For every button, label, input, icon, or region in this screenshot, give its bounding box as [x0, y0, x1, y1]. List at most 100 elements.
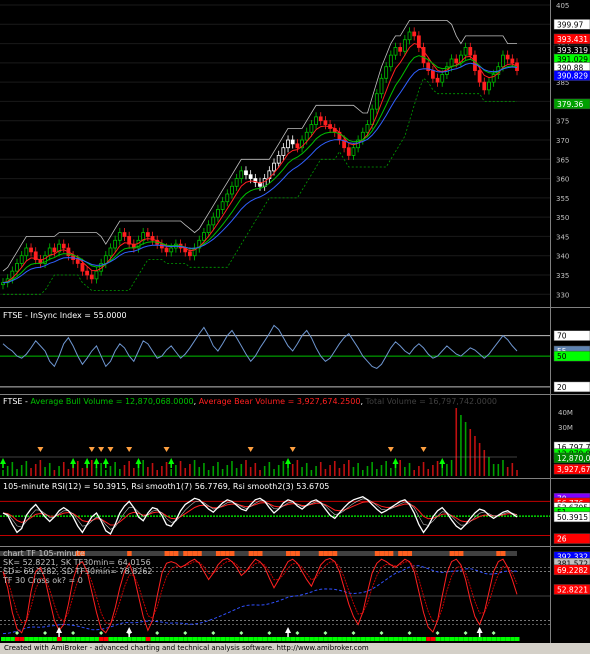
price-candle-body	[239, 170, 244, 179]
stoch-bottom-strip	[491, 637, 497, 641]
price-candle-body	[318, 116, 323, 122]
stoch-overbought-block	[323, 551, 328, 556]
price-candle-body	[202, 232, 206, 241]
volume-signal-down-arrow	[387, 447, 394, 452]
volume-signal-up-arrow	[439, 458, 446, 464]
stoch-bottom-strip	[388, 637, 394, 641]
price-candle-body	[412, 31, 417, 37]
stoch-bottom-strip	[71, 637, 76, 641]
rsi-panel	[0, 495, 550, 536]
price-candle-body	[61, 243, 66, 249]
volume-signal-down-arrow	[126, 447, 133, 452]
stoch-bottom-strip	[328, 637, 333, 641]
price-ma-red	[2, 42, 518, 284]
stoch-bottom-strip	[75, 637, 81, 641]
value-tag-label: 70	[557, 332, 567, 341]
stoch-overbought-block	[496, 551, 501, 556]
price-candle-body	[505, 54, 510, 60]
stoch-bottom-strip	[346, 637, 352, 641]
stoch-bottom-strip	[85, 637, 90, 641]
price-candle-body	[430, 70, 435, 79]
volume-signal-down-arrow	[163, 447, 170, 452]
stoch-bottom-strip	[515, 637, 520, 641]
stoch-overbought-block	[458, 551, 464, 556]
value-tag-label: 50	[557, 352, 567, 361]
stoch-bottom-strip	[356, 637, 361, 641]
price-tick-label: 365	[556, 156, 569, 164]
price-candle-body	[402, 39, 407, 52]
volume-panel	[0, 408, 518, 476]
stoch-bottom-strip	[290, 637, 296, 641]
stoch-diamond	[211, 631, 216, 635]
price-candle-body	[29, 247, 33, 253]
stoch-bottom-strip	[468, 637, 473, 641]
stoch-line2: SD= 69.2282, SD TF30min= 78.8262	[3, 567, 153, 576]
stoch-diamond	[183, 631, 188, 635]
stoch-bottom-strip	[365, 637, 370, 641]
stoch-overbought-block	[374, 551, 380, 556]
stoch-bottom-strip	[286, 637, 291, 641]
stoch-overbought-block	[318, 551, 324, 556]
stoch-bottom-strip	[52, 637, 57, 641]
stoch-overbought-block	[192, 551, 198, 556]
stoch-bottom-strip	[421, 637, 427, 641]
price-candle-body	[234, 178, 239, 187]
stoch-overbought-block	[215, 551, 221, 556]
stoch-diamond	[43, 631, 48, 635]
price-candle-body	[440, 74, 445, 83]
value-tag-label: 390.829	[557, 72, 588, 81]
stoch-bottom-strip	[173, 637, 179, 641]
stoch-bottom-strip	[66, 637, 71, 641]
stoch-bottom-strip	[1, 637, 6, 641]
stoch-diamond	[351, 631, 356, 635]
stoch-bottom-strip	[248, 637, 254, 641]
price-candle-body	[276, 155, 281, 164]
price-candle-body	[113, 239, 118, 249]
stoch-diamond	[407, 631, 412, 635]
price-candle-body	[346, 147, 351, 156]
stoch-bottom-strip	[178, 637, 184, 641]
volume-axis-40m: 40M	[558, 409, 573, 417]
stoch-overbought-block	[290, 551, 296, 556]
stoch-bottom-strip	[272, 637, 277, 641]
stoch-diamond	[71, 631, 76, 635]
stoch-bottom-strip	[38, 637, 43, 641]
stoch-bottom-strip	[99, 637, 104, 641]
stoch-bottom-strip	[351, 637, 356, 641]
price-candle-body	[24, 247, 29, 257]
stoch-bottom-strip	[113, 637, 118, 641]
stoch-overbought-block	[500, 551, 506, 556]
value-tag-label: 20	[557, 383, 567, 392]
stoch-bottom-strip	[108, 637, 113, 641]
stoch-bottom-strip	[505, 637, 511, 641]
stoch-bottom-strip	[234, 637, 240, 641]
stoch-bottom-strip	[402, 637, 408, 641]
price-candle-body	[398, 47, 403, 52]
stoch-overbought-block	[220, 551, 226, 556]
price-tick-label: 375	[556, 118, 569, 126]
stoch-bottom-strip	[229, 637, 235, 641]
stoch-bottom-strip	[43, 637, 48, 641]
price-candle-body	[169, 247, 174, 253]
stoch-overbought-block	[127, 551, 132, 556]
price-candle-body	[314, 116, 318, 125]
price-candle-body	[468, 47, 473, 56]
stoch-bottom-strip	[267, 637, 272, 641]
stoch-bottom-strip	[24, 637, 29, 641]
stoch-bottom-strip	[449, 637, 455, 641]
stoch-bottom-strip	[398, 637, 403, 641]
price-candle-body	[75, 259, 80, 264]
stoch-bottom-strip	[117, 637, 123, 641]
price-tick-label: 330	[556, 291, 569, 299]
price-ma-green	[2, 55, 518, 284]
price-candle-body	[384, 66, 389, 79]
volume-signal-down-arrow	[107, 447, 114, 452]
stoch-bottom-strip	[482, 637, 487, 641]
stoch-bottom-strip	[164, 637, 170, 641]
stoch-overbought-block	[258, 551, 263, 556]
stoch-overbought-block	[398, 551, 403, 556]
volume-axis-30m: 30M	[558, 424, 573, 432]
stoch-bottom-strip	[486, 637, 492, 641]
stoch-bottom-strip	[416, 637, 422, 641]
stoch-bottom-strip	[463, 637, 469, 641]
